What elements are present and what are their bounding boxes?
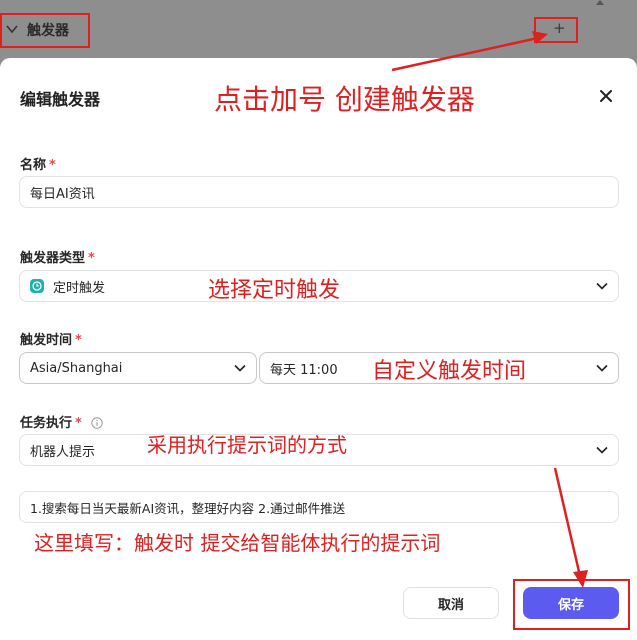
cancel-button[interactable]: 取消: [403, 587, 499, 619]
name-label: 名称 *: [20, 154, 56, 173]
task-mode-value: 机器人提示: [30, 444, 96, 460]
annotation-add-trigger: 点击加号 创建触发器: [214, 83, 475, 116]
timezone-select[interactable]: Asia/Shanghai: [19, 352, 257, 384]
chevron-down-icon: [596, 282, 608, 290]
required-mark: *: [75, 333, 82, 348]
trigger-type-value: 定时触发: [53, 280, 106, 296]
annotation-box-add: [534, 17, 578, 43]
chevron-down-icon: [596, 364, 608, 372]
trigger-time-label-text: 触发时间: [20, 333, 73, 348]
chevron-down-icon: [596, 446, 608, 454]
task-label-text: 任务执行: [20, 416, 73, 431]
caret-up-icon: [596, 0, 604, 5]
name-input[interactable]: 每日AI资讯: [19, 176, 619, 208]
prompt-input[interactable]: 1.搜索每日当天最新AI资讯，整理好内容 2.通过邮件推送: [19, 491, 619, 523]
annotation-fill-prompt: 这里填写：触发时 提交给智能体执行的提示词: [34, 531, 441, 555]
trigger-type-label: 触发器类型 *: [20, 247, 95, 266]
prompt-value: 1.搜索每日当天最新AI资讯，整理好内容 2.通过邮件推送: [30, 500, 346, 516]
schedule-value: 每天 11:00: [270, 362, 338, 378]
annotation-box-save: [513, 579, 630, 630]
close-icon[interactable]: [596, 86, 616, 106]
annotation-prompt-mode: 采用执行提示词的方式: [147, 433, 347, 457]
timezone-value: Asia/Shanghai: [30, 360, 123, 376]
chevron-down-icon: [234, 364, 246, 372]
required-mark: *: [49, 158, 56, 173]
annotation-select-timer: 选择定时触发: [208, 278, 341, 303]
dialog-title: 编辑触发器: [20, 90, 101, 109]
trigger-time-label: 触发时间 *: [20, 329, 82, 348]
annotation-custom-time: 自定义触发时间: [372, 359, 527, 384]
task-label: 任务执行 *: [20, 412, 104, 431]
required-mark: *: [88, 251, 95, 266]
required-mark: *: [75, 416, 82, 431]
name-value: 每日AI资讯: [30, 186, 95, 202]
name-label-text: 名称: [20, 158, 47, 173]
clock-icon: [30, 279, 44, 293]
info-icon[interactable]: [91, 417, 104, 429]
trigger-type-label-text: 触发器类型: [20, 251, 86, 266]
annotation-box-section: [0, 13, 90, 48]
